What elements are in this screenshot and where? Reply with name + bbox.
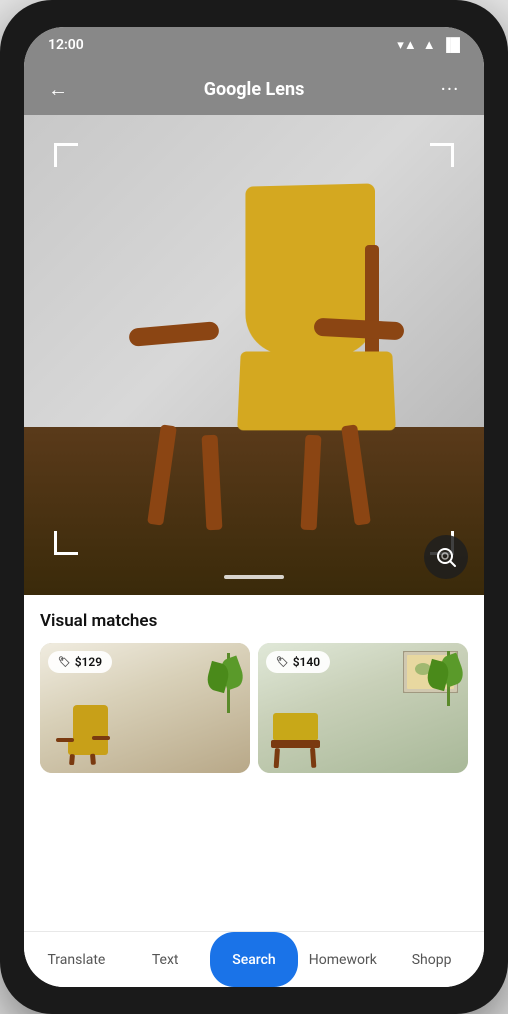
tab-search[interactable]: Search: [210, 932, 299, 987]
chair-leg-1: [147, 424, 177, 525]
tab-shopping-label: Shopp: [412, 952, 452, 968]
tab-search-label: Search: [232, 952, 275, 968]
more-button[interactable]: ···: [432, 71, 468, 107]
visual-matches-title: Visual matches: [24, 595, 484, 643]
chair-leg-2: [202, 435, 223, 531]
price-tag-icon-2: 🏷: [276, 657, 289, 668]
phone-screen: 12:00 ▾▲ ▲ ▐█ ← Google Lens ···: [24, 27, 484, 987]
status-icons: ▾▲ ▲ ▐█: [397, 37, 460, 53]
tab-shopping[interactable]: Shopp: [387, 932, 476, 987]
chair-leg-3: [341, 424, 371, 525]
wifi-icon: ▾▲: [397, 37, 416, 53]
chair-arm-left: [128, 321, 219, 347]
battery-icon: ▐█: [442, 37, 460, 53]
scroll-handle[interactable]: [224, 575, 284, 579]
chair-leg-4: [301, 435, 322, 531]
signal-icon: ▲: [423, 37, 436, 53]
price-badge-2: 🏷 $140: [266, 651, 330, 673]
tab-text-label: Text: [152, 952, 179, 968]
status-time: 12:00: [48, 37, 84, 53]
tab-translate[interactable]: Translate: [32, 932, 121, 987]
app-title-lens: Lens: [266, 79, 305, 100]
price-badge-1: 🏷 $129: [48, 651, 112, 673]
match-card-1[interactable]: 🏷 $129: [40, 643, 250, 773]
status-bar: 12:00 ▾▲ ▲ ▐█: [24, 27, 484, 63]
tab-translate-label: Translate: [47, 952, 105, 968]
chair-seat: [237, 351, 396, 430]
app-bar: ← Google Lens ···: [24, 63, 484, 115]
tab-homework[interactable]: Homework: [298, 932, 387, 987]
tab-text[interactable]: Text: [121, 932, 210, 987]
price-value-1: $129: [75, 655, 102, 669]
camera-view: [24, 115, 484, 595]
back-button[interactable]: ←: [40, 71, 76, 107]
matches-grid: 🏷 $129: [24, 643, 484, 785]
card1-chair-svg: [48, 700, 118, 765]
tab-homework-label: Homework: [309, 952, 377, 968]
price-tag-icon-1: 🏷: [58, 657, 71, 668]
app-title-google: Google: [204, 79, 261, 100]
lens-search-button[interactable]: [424, 535, 468, 579]
card2-stool-svg: [263, 708, 328, 768]
results-panel: Visual matches: [24, 595, 484, 931]
chair-image: [74, 165, 434, 545]
app-title: Google Lens: [204, 79, 305, 100]
phone-device: 12:00 ▾▲ ▲ ▐█ ← Google Lens ···: [0, 0, 508, 1014]
lens-icon: [434, 545, 458, 569]
price-value-2: $140: [293, 655, 320, 669]
match-card-2[interactable]: 🏷 $140: [258, 643, 468, 773]
bottom-nav: Translate Text Search Homework Shopp: [24, 931, 484, 987]
